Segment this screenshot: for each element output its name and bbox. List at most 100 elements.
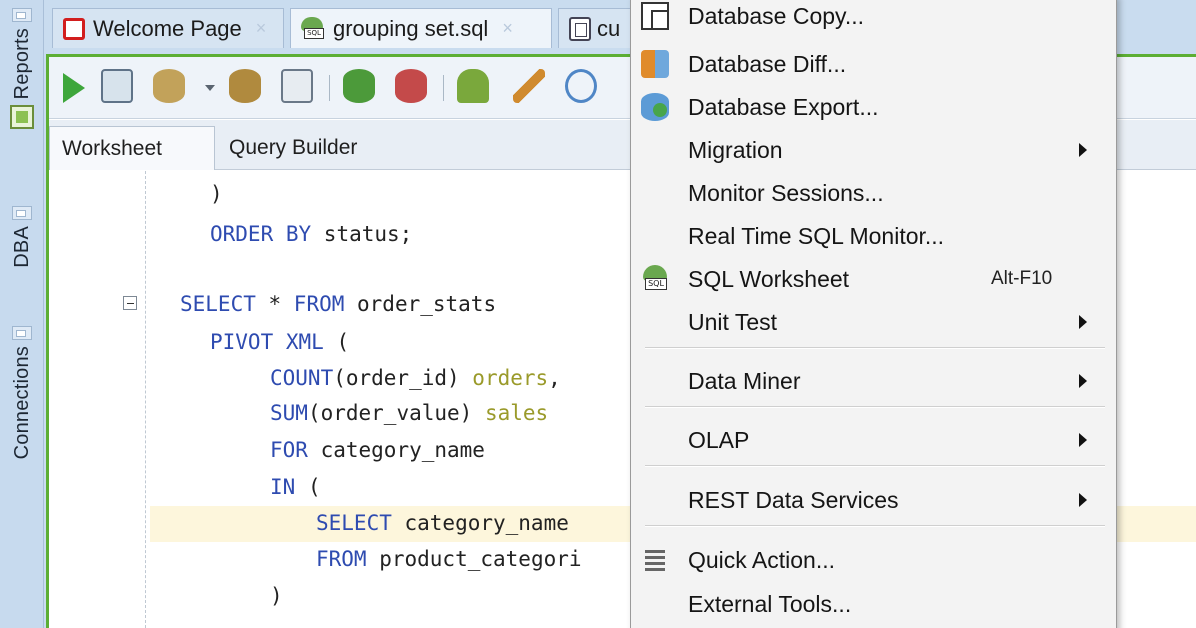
code-token: FROM xyxy=(316,547,367,571)
code-line[interactable]: PIVOT XML ( xyxy=(210,330,349,354)
menu-item-unit-test[interactable]: Unit Test xyxy=(631,301,1116,343)
menu-item-rest-data-services[interactable]: REST Data Services xyxy=(631,479,1116,521)
database-icon xyxy=(569,16,591,41)
code-token: status; xyxy=(311,222,413,246)
autotrace-icon[interactable] xyxy=(281,69,313,103)
menu-item-quick-action[interactable]: Quick Action... xyxy=(631,539,1116,581)
dba-tab-label: DBA xyxy=(10,226,33,268)
connections-tab-label: Connections xyxy=(10,346,33,460)
sql-worksheet-icon: SQL xyxy=(641,265,669,293)
code-line[interactable]: SELECT * FROM order_stats xyxy=(180,292,496,316)
code-line[interactable]: FROM product_categori xyxy=(316,547,582,571)
code-line[interactable]: ) xyxy=(270,584,283,608)
code-line[interactable]: COUNT(order_id) orders, xyxy=(270,366,561,390)
code-token: COUNT xyxy=(270,366,334,390)
menu-item-label: REST Data Services xyxy=(688,486,899,513)
reports-side-tab[interactable]: Reports xyxy=(0,8,44,130)
menu-item-olap[interactable]: OLAP xyxy=(631,419,1116,461)
menu-item-sql-worksheet[interactable]: SQL SQL Worksheet Alt-F10 xyxy=(631,258,1116,300)
tab-query-builder[interactable]: Query Builder xyxy=(217,126,369,170)
sql-file-icon: SQL xyxy=(301,16,327,41)
code-token: SELECT xyxy=(316,511,392,535)
tab-grouping-set-sql[interactable]: SQL grouping set.sql × xyxy=(290,8,552,48)
code-token: ( xyxy=(323,330,350,354)
code-token: ORDER BY xyxy=(210,222,312,246)
explain-plan-icon[interactable] xyxy=(343,69,375,103)
run-statement-icon[interactable] xyxy=(63,73,85,103)
commit-icon[interactable] xyxy=(153,69,185,103)
left-side-dock: Reports DBA Connections xyxy=(0,0,44,628)
code-token: (order_id) xyxy=(333,366,473,390)
menu-item-external-tools[interactable]: External Tools... xyxy=(631,583,1116,625)
menu-item-label: Database Diff... xyxy=(688,50,847,77)
close-icon[interactable]: × xyxy=(256,18,267,39)
menu-item-database-diff[interactable]: Database Diff... xyxy=(631,43,1116,85)
code-token: IN xyxy=(270,475,296,499)
code-token: ( xyxy=(295,475,321,499)
code-token: orders xyxy=(472,366,549,390)
dba-side-tab[interactable]: DBA xyxy=(0,206,44,268)
code-line[interactable]: SUM(order_value) sales xyxy=(270,401,548,425)
code-token: category_name xyxy=(307,438,485,462)
code-line[interactable]: FOR category_name xyxy=(270,438,485,462)
tools-dropdown-menu: Database Copy... Database Diff... Databa… xyxy=(630,0,1117,628)
clear-icon[interactable] xyxy=(513,69,545,103)
code-token: FOR xyxy=(270,438,308,462)
menu-item-real-time-sql-monitor[interactable]: Real Time SQL Monitor... xyxy=(631,215,1116,257)
menu-item-label: Quick Action... xyxy=(688,546,836,573)
toolbar-separator xyxy=(443,75,444,101)
code-line[interactable]: IN ( xyxy=(270,475,321,499)
menu-item-label: Unit Test xyxy=(688,308,778,335)
format-icon[interactable] xyxy=(565,69,597,103)
close-icon[interactable]: × xyxy=(502,18,513,39)
sql-history-icon[interactable] xyxy=(457,69,489,103)
code-token: * xyxy=(255,292,294,316)
code-token: ) xyxy=(210,182,223,206)
rollback-icon[interactable] xyxy=(229,69,261,103)
toolbar-separator xyxy=(329,75,330,101)
dock-handle-icon xyxy=(12,206,32,220)
tab-label: cu xyxy=(597,15,621,41)
code-token: sales xyxy=(484,401,549,425)
database-copy-icon xyxy=(641,2,669,30)
menu-item-monitor-sessions[interactable]: Monitor Sessions... xyxy=(631,172,1116,214)
reports-tab-label: Reports xyxy=(10,28,33,100)
quick-action-icon xyxy=(641,546,669,574)
code-token: , xyxy=(548,366,561,390)
submenu-arrow-icon xyxy=(1079,143,1087,157)
collapse-icon[interactable] xyxy=(123,296,137,310)
submenu-arrow-icon xyxy=(1079,433,1087,447)
reports-icon xyxy=(10,105,34,130)
tab-welcome-page[interactable]: Welcome Page × xyxy=(52,8,284,48)
menu-item-shortcut: Alt-F10 xyxy=(991,268,1053,289)
menu-item-label: Database Export... xyxy=(688,93,879,120)
submenu-arrow-icon xyxy=(1079,374,1087,388)
menu-item-label: Real Time SQL Monitor... xyxy=(688,222,945,249)
code-token: SELECT xyxy=(180,292,256,316)
tab-worksheet[interactable]: Worksheet xyxy=(49,126,215,170)
menu-separator xyxy=(645,525,1105,527)
menu-item-migration[interactable]: Migration xyxy=(631,129,1116,171)
code-line[interactable]: SELECT category_name xyxy=(316,511,569,535)
submenu-arrow-icon xyxy=(1079,493,1087,507)
menu-separator xyxy=(645,406,1105,408)
menu-item-database-copy[interactable]: Database Copy... xyxy=(631,0,1116,37)
database-export-icon xyxy=(641,93,669,121)
connections-side-tab[interactable]: Connections xyxy=(0,326,44,459)
run-script-icon[interactable] xyxy=(101,69,133,103)
code-token: (order_value) xyxy=(307,401,485,425)
menu-item-label: Migration xyxy=(688,136,783,163)
code-token: SUM xyxy=(270,401,308,425)
chevron-down-icon[interactable] xyxy=(205,85,215,91)
menu-item-data-miner[interactable]: Data Miner xyxy=(631,360,1116,402)
tab-label: grouping set.sql xyxy=(333,15,489,41)
database-diff-icon xyxy=(641,50,669,78)
menu-item-label: Data Miner xyxy=(688,367,801,394)
sql-tuning-icon[interactable] xyxy=(395,69,427,103)
menu-item-database-export[interactable]: Database Export... xyxy=(631,86,1116,128)
code-line[interactable]: ) xyxy=(210,182,223,206)
dock-handle-icon xyxy=(12,8,32,22)
menu-separator xyxy=(645,465,1105,467)
menu-item-label: OLAP xyxy=(688,426,750,453)
code-line[interactable]: ORDER BY status; xyxy=(210,222,412,246)
